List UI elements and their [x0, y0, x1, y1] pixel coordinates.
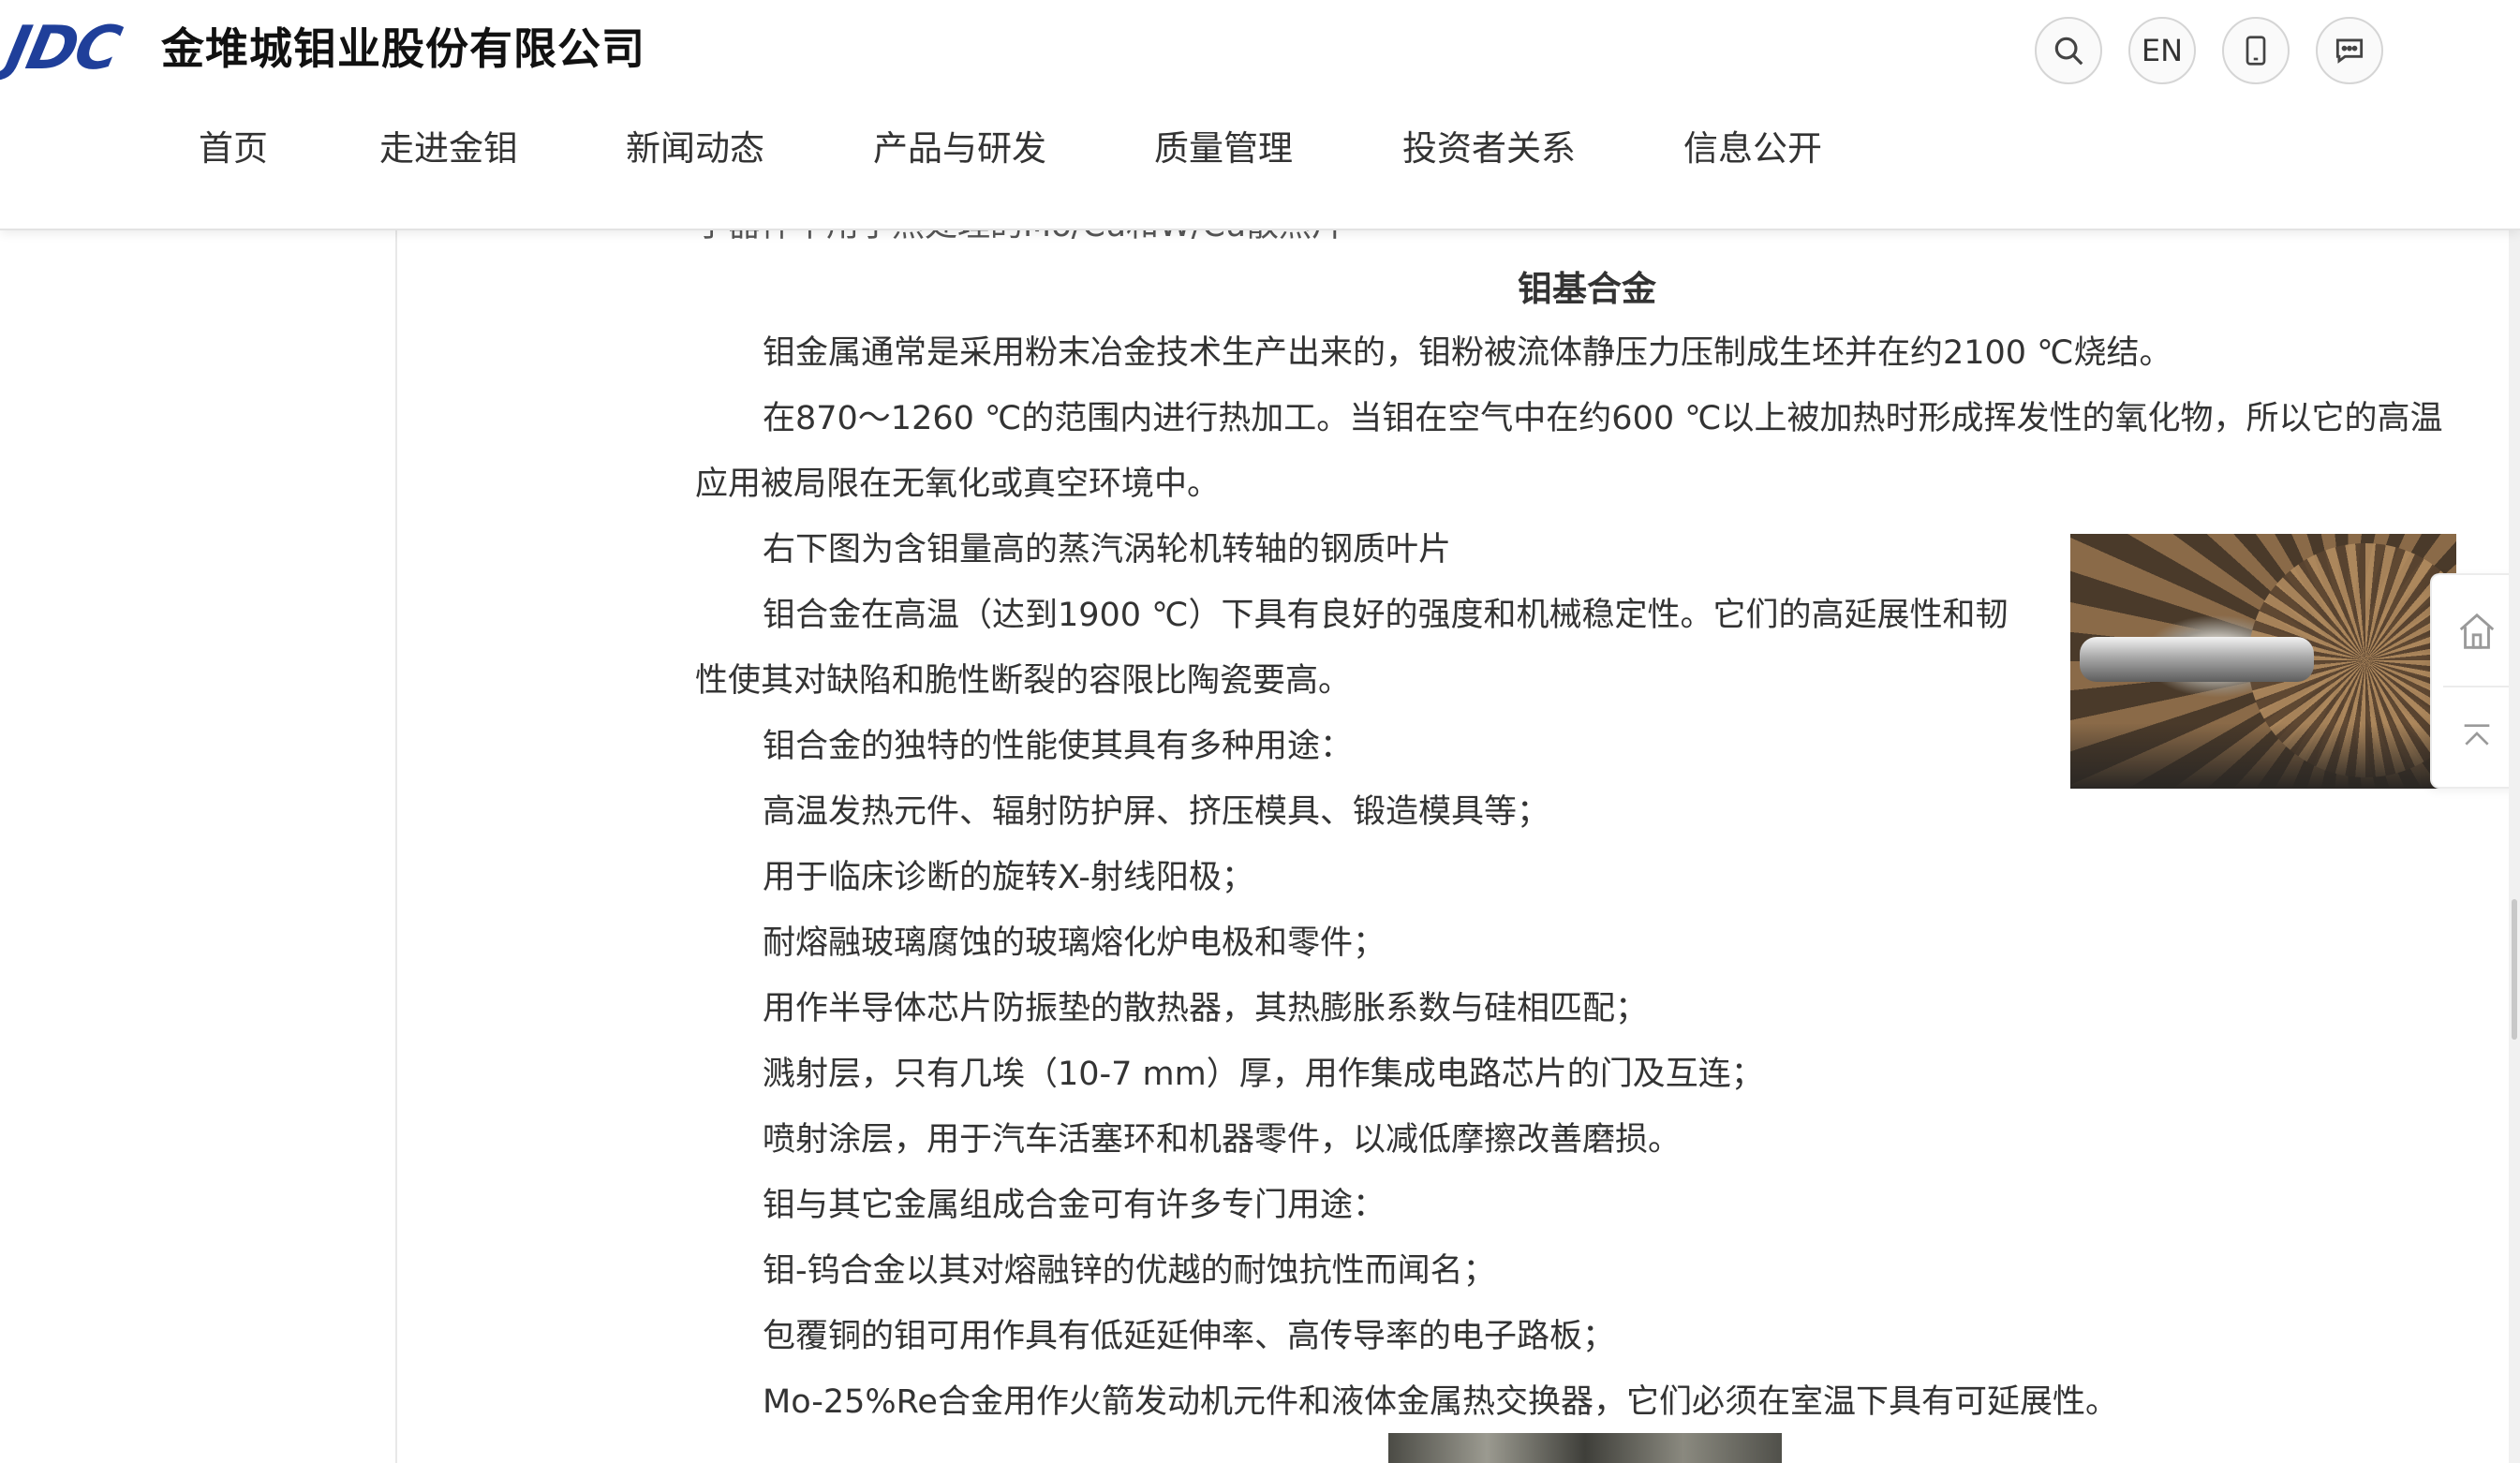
logo-mark: JDC	[0, 14, 126, 83]
article-paragraph: 钼合金的独特的性能使其具有多种用途：	[763, 728, 1354, 765]
language-label: EN	[2141, 33, 2184, 68]
company-name: 金堆城钼业股份有限公司	[161, 23, 645, 74]
article-paragraph: 用于临床诊断的旋转X-射线阳极；	[763, 859, 1254, 896]
article-paragraph: 耐熔融玻璃腐蚀的玻璃熔化炉电极和零件；	[763, 924, 1386, 962]
scrollbar-thumb[interactable]	[2512, 899, 2517, 1040]
article-paragraph: 溅射层，只有几埃（10-7 mm）厚，用作集成电路芯片的门及互连；	[763, 1056, 1764, 1093]
article-paragraph: 右下图为含钼量高的蒸汽涡轮机转轴的钢质叶片	[763, 531, 1452, 569]
search-button[interactable]	[2035, 17, 2102, 84]
article-paragraph: 在870～1260 ℃的范围内进行热加工。当钼在空气中在约600 ℃以上被加热时…	[763, 400, 2443, 437]
article-paragraph: 包覆铜的钼可用作具有低延延伸率、高传导率的电子路板；	[763, 1318, 1616, 1355]
article-paragraph: 应用被局限在无氧化或真空环境中。	[695, 466, 1221, 503]
mobile-icon	[2246, 36, 2266, 66]
sidebar-divider	[395, 230, 397, 1463]
article-paragraph: 钼金属通常是采用粉末冶金技术生产出来的，钼粉被流体静压力压制成生坯并在约2100…	[763, 334, 2172, 372]
nav-item-investors[interactable]: 投资者关系	[1402, 116, 1576, 182]
turbine-blade-photo	[2070, 534, 2456, 789]
article-paragraph: 性使其对缺陷和脆性断裂的容限比陶瓷要高。	[695, 662, 1352, 700]
article-paragraph: 钼合金在高温（达到1900 ℃）下具有良好的强度和机械稳定性。它们的高延展性和韧	[763, 597, 2009, 634]
article-paragraph: Mo-25%Re合金用作火箭发动机元件和液体金属热交换器，它们必须在室温下具有可…	[763, 1383, 2118, 1421]
article-paragraph: 用作半导体芯片防振垫的散热器，其热膨胀系数与硅相匹配；	[763, 990, 1649, 1027]
language-button[interactable]: EN	[2128, 17, 2196, 84]
nav-item-quality[interactable]: 质量管理	[1154, 116, 1293, 182]
back-to-top-button[interactable]	[2432, 687, 2520, 789]
side-toolbar	[2430, 573, 2520, 789]
photo-shadow	[2070, 723, 2456, 789]
nav-item-home[interactable]: 首页	[199, 116, 268, 182]
article-paragraph: 钼-钨合金以其对熔融锌的优越的耐蚀抗性而闻名；	[763, 1252, 1496, 1290]
mobile-button[interactable]	[2222, 17, 2290, 84]
nav-item-news[interactable]: 新闻动态	[626, 116, 764, 182]
site-header: JDC 金堆城钼业股份有限公司 EN 首页 走进金钼 新闻动态 产品与研发 质量…	[0, 0, 2520, 230]
article-paragraph: 钼与其它金属组成合金可有许多专门用途：	[763, 1187, 1386, 1224]
article-paragraph: 高温发热元件、辐射防护屏、挤压模具、锻造模具等；	[763, 793, 1550, 831]
back-to-top-icon	[2464, 724, 2490, 746]
site-logo[interactable]: JDC	[0, 14, 126, 83]
main-nav: 首页 走进金钼 新闻动态 产品与研发 质量管理 投资者关系 信息公开	[0, 116, 1967, 182]
nav-item-disclosure[interactable]: 信息公开	[1683, 116, 1822, 182]
nav-item-about[interactable]: 走进金钼	[379, 116, 518, 182]
home-button[interactable]	[2432, 581, 2520, 682]
turbine-shaft	[2080, 637, 2314, 682]
article-heading: 钼基合金	[1518, 269, 1656, 309]
nav-item-products[interactable]: 产品与研发	[873, 116, 1046, 182]
alloy-photo	[1388, 1433, 1782, 1463]
home-icon	[2459, 613, 2495, 649]
search-icon	[2054, 37, 2083, 66]
article-paragraph: 喷射涂层，用于汽车活塞环和机器零件，以减低摩擦改善磨损。	[763, 1121, 1682, 1159]
message-button[interactable]	[2316, 17, 2383, 84]
message-icon	[2335, 38, 2364, 64]
